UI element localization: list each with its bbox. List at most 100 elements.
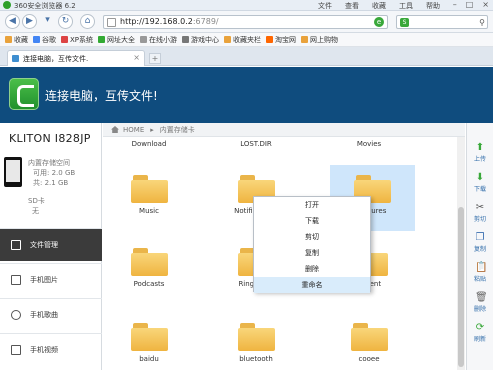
folder-icon [224, 36, 232, 43]
context-copy[interactable]: 复制 [254, 245, 370, 261]
sidebar-item-files[interactable]: 文件管理 [0, 228, 102, 261]
copy-icon: ❐ [475, 232, 485, 243]
menu-tools[interactable]: 工具 [399, 1, 413, 11]
sidebar-item-videos[interactable]: 手机视频 [0, 333, 102, 366]
page-icon [140, 36, 148, 43]
browser-menu-bar: 文件 查看 收藏 工具 帮助 [318, 1, 440, 11]
go-icon[interactable]: e [374, 17, 384, 27]
maximize-icon[interactable]: □ [466, 0, 474, 9]
app-header: 连接电脑，互传文件! [0, 67, 493, 123]
sd-title: SD卡 [28, 197, 45, 205]
bookmark-games[interactable]: 在线小游 [140, 35, 177, 45]
sidebar-item-label: 手机歌曲 [30, 311, 58, 319]
folder-name: Podcasts [133, 280, 165, 288]
action-toolbar: ⬆ 上传 ⬇ 下载 ✂ 剪切 ❐ 复制 📋 粘贴 🗑 删除 ⟳ 刷新 [466, 123, 493, 370]
browser-title: 360安全浏览器 6.2 [14, 2, 76, 10]
copy-button[interactable]: ❐ 复制 [467, 232, 493, 254]
browser-logo-icon [3, 1, 11, 9]
folder-label-download[interactable]: Download [99, 140, 199, 148]
menu-help[interactable]: 帮助 [426, 1, 440, 11]
menu-file[interactable]: 文件 [318, 1, 332, 11]
folder-icon [130, 323, 168, 351]
bookmark-game-center[interactable]: 游戏中心 [182, 35, 219, 45]
bookmark-favorites[interactable]: 收藏 [5, 35, 28, 45]
bookmark-google[interactable]: 谷歌 [33, 35, 56, 45]
breadcrumb-home[interactable]: HOME [123, 126, 144, 134]
gamepad-icon [182, 36, 190, 43]
minimize-icon[interactable]: – [453, 0, 457, 9]
sidebar-item-music[interactable]: 手机歌曲 [0, 298, 102, 331]
app-logo-icon [9, 78, 39, 110]
menu-favorites[interactable]: 收藏 [372, 1, 386, 11]
tab-page-icon [12, 55, 19, 62]
upload-button[interactable]: ⬆ 上传 [467, 143, 493, 164]
page-icon [107, 18, 116, 27]
trash-icon: 🗑 [475, 292, 488, 303]
paste-icon: 📋 [475, 262, 488, 273]
paste-button[interactable]: 📋 粘贴 [467, 262, 493, 284]
tab-active[interactable]: 连接电脑，互传文件. × [7, 50, 145, 66]
bookmark-xp[interactable]: XP系统 [61, 35, 93, 45]
download-button[interactable]: ⬇ 下载 [467, 173, 493, 194]
cut-button[interactable]: ✂ 剪切 [467, 202, 493, 224]
bookmark-taobao[interactable]: 淘宝网 [266, 35, 296, 45]
scissors-icon: ✂ [475, 202, 485, 213]
scrollbar-thumb[interactable] [458, 207, 464, 367]
new-tab-button[interactable]: + [149, 53, 161, 64]
browser-navbar: ◀ ▶ ▾ ↻ ⌂ http://192.168.0.2:6789/ e S ⚲ [0, 11, 493, 33]
phone-small-icon [11, 240, 21, 250]
back-icon[interactable]: ◀ [5, 14, 20, 29]
storage-free: 可用: 2.0 GB [33, 169, 76, 177]
context-rename[interactable]: 重命名 [254, 277, 370, 293]
tab-close-icon[interactable]: × [133, 53, 140, 62]
delete-button[interactable]: 🗑 删除 [467, 292, 493, 314]
folder-label-lost-dir[interactable]: LOST.DIR [206, 140, 306, 148]
sd-value: 无 [32, 207, 39, 215]
bookmark-sites[interactable]: 网址大全 [98, 35, 135, 45]
folder-item[interactable]: bluetooth [206, 323, 306, 363]
folder-name: bluetooth [239, 355, 273, 363]
folder-name: cooee [358, 355, 380, 363]
home-icon[interactable] [111, 126, 119, 133]
refresh-icon[interactable]: ↻ [58, 14, 73, 29]
folder-label-movies[interactable]: Movies [319, 140, 419, 148]
dropdown-icon[interactable]: ▾ [40, 14, 55, 29]
address-url[interactable]: http://192.168.0.2:6789/ [120, 17, 219, 26]
refresh-button[interactable]: ⟳ 刷新 [467, 323, 493, 344]
forward-icon[interactable]: ▶ [22, 14, 37, 29]
context-menu: 打开 下载 剪切 复制 删除 重命名 [253, 196, 371, 293]
google-icon [33, 36, 40, 43]
scrollbar[interactable] [457, 137, 465, 370]
breadcrumb-separator-icon: ▸ [150, 125, 154, 134]
close-icon[interactable]: × [482, 0, 489, 9]
folder-item[interactable]: Music [99, 175, 199, 215]
folder-icon [237, 323, 275, 351]
tab-strip: 连接电脑，互传文件. × + [0, 47, 493, 66]
menu-view[interactable]: 查看 [345, 1, 359, 11]
search-icon[interactable]: ⚲ [479, 18, 485, 27]
address-bar[interactable]: http://192.168.0.2:6789/ e [103, 15, 388, 29]
home-icon[interactable]: ⌂ [80, 14, 95, 29]
bookmark-folder[interactable]: 收藏夹栏 [224, 35, 261, 45]
tab-label: 连接电脑，互传文件. [23, 55, 89, 63]
browser-titlebar: 360安全浏览器 6.2 文件 查看 收藏 工具 帮助 – □ × [0, 0, 493, 11]
context-delete[interactable]: 删除 [254, 261, 370, 277]
sidebar-item-label: 文件管理 [30, 241, 58, 249]
search-engine-icon[interactable]: S [400, 18, 409, 27]
sidebar-item-pictures[interactable]: 手机图片 [0, 263, 102, 296]
context-download[interactable]: 下载 [254, 213, 370, 229]
folder-name: Music [139, 207, 159, 215]
context-cut[interactable]: 剪切 [254, 229, 370, 245]
folder-item[interactable]: Podcasts [99, 248, 199, 288]
folder-item[interactable]: cooee [319, 323, 419, 363]
sidebar: KLITON I828JP 内置存储空间 可用: 2.0 GB 共: 2.1 G… [0, 123, 102, 370]
bookmark-shopping[interactable]: 网上购物 [301, 35, 338, 45]
folder-icon [301, 36, 309, 43]
context-open[interactable]: 打开 [254, 197, 370, 213]
folder-name: baidu [139, 355, 159, 363]
app-title: 连接电脑，互传文件! [45, 89, 158, 103]
storage-title: 内置存储空间 [28, 159, 70, 167]
bookmarks-bar: 收藏 谷歌 XP系统 网址大全 在线小游 游戏中心 收藏夹栏 淘宝网 网上购物 [0, 33, 493, 47]
search-box[interactable]: S ⚲ [396, 15, 488, 29]
folder-item[interactable]: baidu [99, 323, 199, 363]
